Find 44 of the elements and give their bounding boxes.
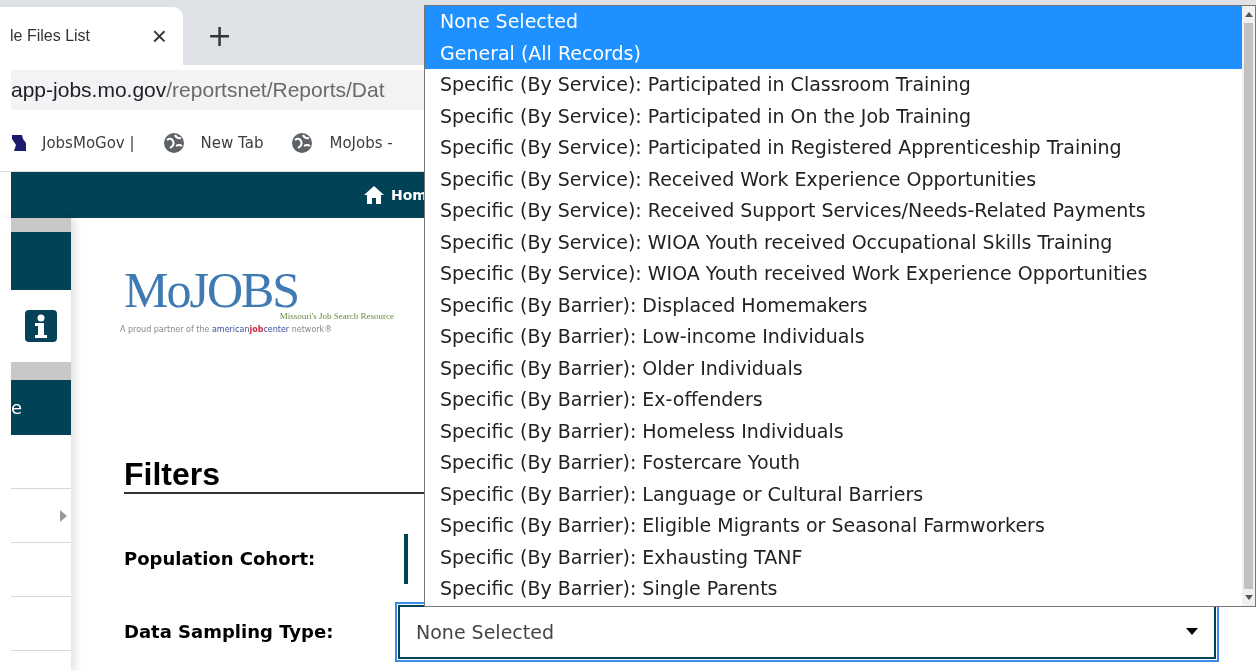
sidebar-item[interactable]: e: [11, 380, 71, 435]
dropdown-option[interactable]: Specific (By Service): WIOA Youth received Work Experience Opportunities: [425, 258, 1242, 290]
dropdown-option[interactable]: Specific (By Barrier): Single Parents: [425, 573, 1242, 605]
dropdown-option[interactable]: Specific (By Service): Participated in On the Job Training: [425, 100, 1242, 132]
field-label: Data Sampling Type:: [124, 621, 335, 643]
dropdown-option[interactable]: Specific (By Service): WIOA Youth received Occupational Skills Training: [425, 226, 1242, 258]
sidebar-band: [11, 218, 71, 232]
tab-title: le Files List: [10, 27, 91, 45]
field-label: Population Cohort:: [124, 548, 317, 570]
dropdown-option[interactable]: Specific (By Service): Received Support Services/Needs-Related Payments: [425, 195, 1242, 227]
dropdown-option[interactable]: Specific (By Service): Received Work Experience Opportunities: [425, 163, 1242, 195]
info-icon[interactable]: [25, 310, 57, 342]
scroll-down-icon[interactable]: [1244, 595, 1253, 600]
dropdown-option[interactable]: Specific (By Barrier): Exhausting TANF: [425, 541, 1242, 573]
caret-icon[interactable]: [60, 509, 67, 522]
dropdown-option[interactable]: Specific (By Barrier): Fostercare Youth: [425, 447, 1242, 479]
dropdown-option[interactable]: Specific (By Barrier): Displaced Homemakers: [425, 289, 1242, 321]
select-field[interactable]: [404, 533, 408, 584]
bookmark[interactable]: JobsMoGov |: [12, 134, 135, 152]
dropdown-option[interactable]: Specific (By Barrier): Older Individuals: [425, 352, 1242, 384]
new-tab-button[interactable]: +: [207, 21, 233, 51]
globe-icon: [162, 132, 185, 154]
close-icon[interactable]: ×: [151, 20, 167, 52]
logo-subtitle: Missouri's Job Search Resource: [279, 311, 394, 321]
sidebar-band: [11, 362, 71, 380]
globe-icon: [291, 132, 314, 154]
select-field[interactable]: None Selected: [398, 604, 1216, 659]
scroll-up-icon[interactable]: [1244, 12, 1253, 17]
state-map-icon: [12, 135, 26, 151]
scrollbar[interactable]: [1242, 6, 1255, 606]
dropdown-option[interactable]: Specific (By Barrier): Homeless Individuals: [425, 415, 1242, 447]
dropdown-option[interactable]: Specific (By Service): Participated in Registered Apprenticeship Training: [425, 132, 1242, 164]
dropdown-option[interactable]: Specific (By Barrier): Eligible Migrants or Seasonal Farmworkers: [425, 510, 1242, 542]
bookmark[interactable]: New Tab: [162, 132, 264, 154]
dropdown-option[interactable]: Specific (By Barrier): Low-income Individuals: [425, 321, 1242, 353]
browser-tab[interactable]: le Files List ×: [0, 7, 183, 65]
sidebar-panel: [11, 232, 71, 290]
dropdown-option[interactable]: Specific (By Barrier): Language or Cultural Barriers: [425, 478, 1242, 510]
caret-icon: [1186, 628, 1198, 636]
dropdown-option[interactable]: Specific (By Barrier): Ex-offenders: [425, 384, 1242, 416]
dropdown-option[interactable]: Specific (By Service): Participated in Classroom Training: [425, 69, 1242, 101]
logo-tagline: A proud partner of the americanjobcenter network®: [120, 325, 334, 334]
bookmark[interactable]: MoJobs -: [291, 132, 393, 154]
home-icon: [363, 185, 385, 205]
